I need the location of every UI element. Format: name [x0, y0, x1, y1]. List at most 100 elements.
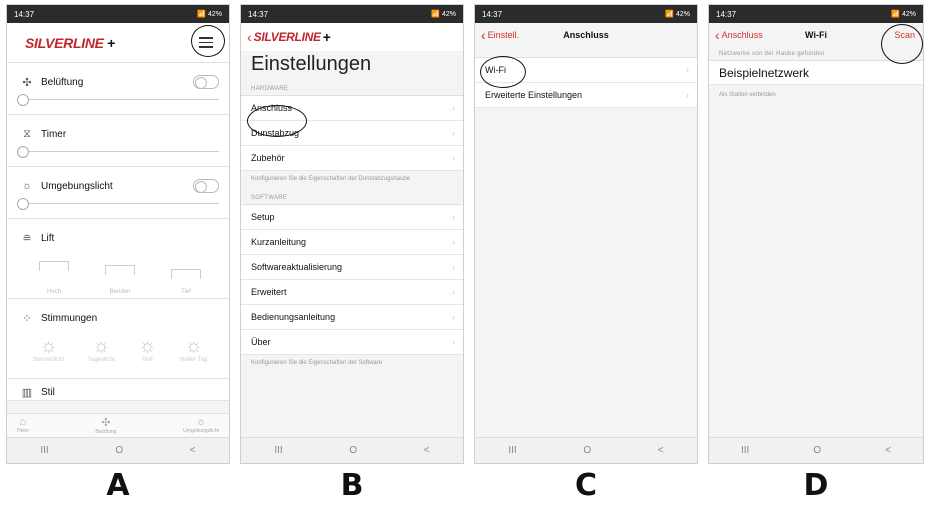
- timer-label: Timer: [41, 128, 67, 140]
- hardware-header: HARDWARE: [251, 86, 289, 92]
- ambient-toggle[interactable]: [193, 179, 219, 193]
- software-list: Setup › Kurzanleitung › Softwareaktualisie…: [241, 204, 463, 355]
- chevron-right-icon: ›: [452, 337, 455, 347]
- list-item-ueber[interactable]: Über ›: [241, 330, 463, 355]
- screen-c: 14:37 📶 42% ‹ Einstell. Anschluss Wi-Fi › …: [474, 4, 698, 464]
- highlight-circle: [480, 56, 526, 88]
- nav-bar: ‹ Einstell. Anschluss: [475, 23, 697, 47]
- status-bar: 14:37 📶 42%: [241, 5, 463, 23]
- chevron-right-icon: ›: [686, 90, 689, 100]
- list-item-erweitert[interactable]: Erweitert ›: [241, 280, 463, 305]
- ambient-slider[interactable]: [17, 197, 219, 211]
- ambient-label: Umgebungslicht: [41, 180, 113, 192]
- home-button[interactable]: O: [115, 445, 123, 456]
- status-bar: 14:37 📶 42%: [709, 5, 923, 23]
- light-icon: ☼: [196, 416, 207, 428]
- back-link[interactable]: ‹ Anschluss: [715, 27, 763, 43]
- fan-icon: ✣: [101, 417, 111, 429]
- station-note: Als Station verbinden: [719, 92, 776, 98]
- timer-slider[interactable]: [17, 145, 219, 159]
- caption-d: D: [803, 468, 829, 503]
- hourglass-icon: ⧖: [23, 127, 31, 140]
- fan-icon: ✣: [22, 76, 32, 89]
- tab-ambient[interactable]: ☼ Umgebungslicht: [183, 416, 219, 435]
- screen-d: 14:37 📶 42% ‹ Anschluss Wi-Fi Scan Netzwe…: [708, 4, 924, 464]
- mood-icon: ⁘: [22, 312, 32, 325]
- status-bar: 14:37 📶 42%: [7, 5, 229, 23]
- networks-list: Beispielnetzwerk: [709, 60, 923, 85]
- chevron-right-icon: ›: [452, 237, 455, 247]
- lift-option[interactable]: Tief: [171, 261, 201, 295]
- list-item-bedienungsanleitung[interactable]: Bedienungsanleitung ›: [241, 305, 463, 330]
- lift-icon: ≘: [22, 232, 32, 245]
- mood-option[interactable]: ☼ Hell: [138, 335, 156, 363]
- sun-icon: ☼: [184, 335, 203, 357]
- chevron-right-icon: ›: [452, 128, 455, 138]
- lift-section: ≘ Lift Hoch Benden Tief: [7, 219, 229, 299]
- highlight-circle: [881, 24, 923, 64]
- sun-icon: ☼: [138, 335, 157, 357]
- timer-section: ⧖ Timer: [7, 115, 229, 167]
- chevron-right-icon: ›: [452, 287, 455, 297]
- android-navbar: III O <: [709, 437, 923, 463]
- lift-option[interactable]: Hoch: [39, 261, 69, 295]
- status-battery: 📶 42%: [197, 11, 222, 18]
- back-link[interactable]: ‹ SILVERLINE +: [247, 29, 331, 45]
- software-header: SOFTWARE: [251, 195, 288, 201]
- screen-b: 14:37 📶 42% ‹ SILVERLINE + Einstellungen…: [240, 4, 464, 464]
- ventilation-toggle[interactable]: [193, 75, 219, 89]
- screen-a: 14:37 📶 42% SILVERLINE + ✣ Belüftung ⧖ Tim…: [6, 4, 230, 464]
- chevron-left-icon: ‹: [247, 29, 252, 45]
- recents-button[interactable]: III: [40, 445, 48, 456]
- mood-option[interactable]: ☼ Sonnenlicht: [33, 335, 64, 363]
- list-item-setup[interactable]: Setup ›: [241, 205, 463, 230]
- software-note: Konfigurieren Sie die Eigenschaften der …: [251, 360, 383, 366]
- moods-label: Stimmungen: [41, 312, 98, 324]
- android-navbar: III O <: [475, 437, 697, 463]
- caption-a: A: [106, 468, 130, 503]
- sun-icon: ☼: [39, 335, 58, 357]
- highlight-circle: [191, 25, 225, 57]
- page-title: Einstellungen: [251, 53, 372, 75]
- chevron-right-icon: ›: [452, 262, 455, 272]
- list-item-softwareaktualisierung[interactable]: Softwareaktualisierung ›: [241, 255, 463, 280]
- status-time: 14:37: [14, 9, 35, 19]
- caption-c: C: [574, 468, 598, 503]
- style-label: Stil: [41, 386, 55, 398]
- chevron-right-icon: ›: [686, 65, 689, 75]
- chevron-left-icon: ‹: [481, 27, 486, 43]
- chevron-right-icon: ›: [452, 103, 455, 113]
- mood-option[interactable]: ☼ Heller Tag: [180, 335, 207, 363]
- ventilation-slider[interactable]: [17, 93, 219, 107]
- back-button[interactable]: <: [190, 445, 196, 456]
- nav-bar: ‹ SILVERLINE +: [241, 23, 463, 51]
- list-item-kurzanleitung[interactable]: Kurzanleitung ›: [241, 230, 463, 255]
- lift-label: Lift: [41, 232, 55, 244]
- caption-b: B: [340, 468, 364, 503]
- network-item[interactable]: Beispielnetzwerk: [709, 61, 923, 85]
- chevron-left-icon: ‹: [715, 27, 720, 43]
- mood-option[interactable]: ☼ Tageslicht: [88, 335, 115, 363]
- list-item-zubehoer[interactable]: Zubehör ›: [241, 146, 463, 171]
- brand-logo: SILVERLINE +: [25, 34, 116, 51]
- android-navbar: III O <: [7, 437, 229, 463]
- tab-home[interactable]: ⌂ Heim: [17, 416, 29, 435]
- chevron-right-icon: ›: [452, 212, 455, 222]
- highlight-circle: [247, 105, 307, 137]
- android-navbar: III O <: [241, 437, 463, 463]
- tab-bar: ⌂ Heim ✣ Belüftung ☼ Umgebungslicht: [7, 413, 229, 437]
- style-icon: ▥: [21, 386, 33, 399]
- back-link[interactable]: ‹ Einstell.: [481, 27, 519, 43]
- light-icon: ☼: [21, 180, 33, 192]
- sun-icon: ☼: [92, 335, 111, 357]
- home-icon: ⌂: [19, 416, 27, 428]
- status-bar: 14:37 📶 42%: [475, 5, 697, 23]
- tab-ventilation[interactable]: ✣ Belüftung: [95, 416, 116, 435]
- chevron-right-icon: ›: [452, 153, 455, 163]
- ambient-section: ☼ Umgebungslicht: [7, 167, 229, 219]
- lift-option[interactable]: Benden: [105, 261, 135, 295]
- chevron-right-icon: ›: [452, 312, 455, 322]
- moods-section: ⁘ Stimmungen ☼ Sonnenlicht ☼ Tageslicht ☼ He…: [7, 299, 229, 379]
- hardware-note: Konfigurieren Sie die Eigenschaften der …: [251, 176, 411, 182]
- style-section: ▥ Stil: [7, 379, 229, 401]
